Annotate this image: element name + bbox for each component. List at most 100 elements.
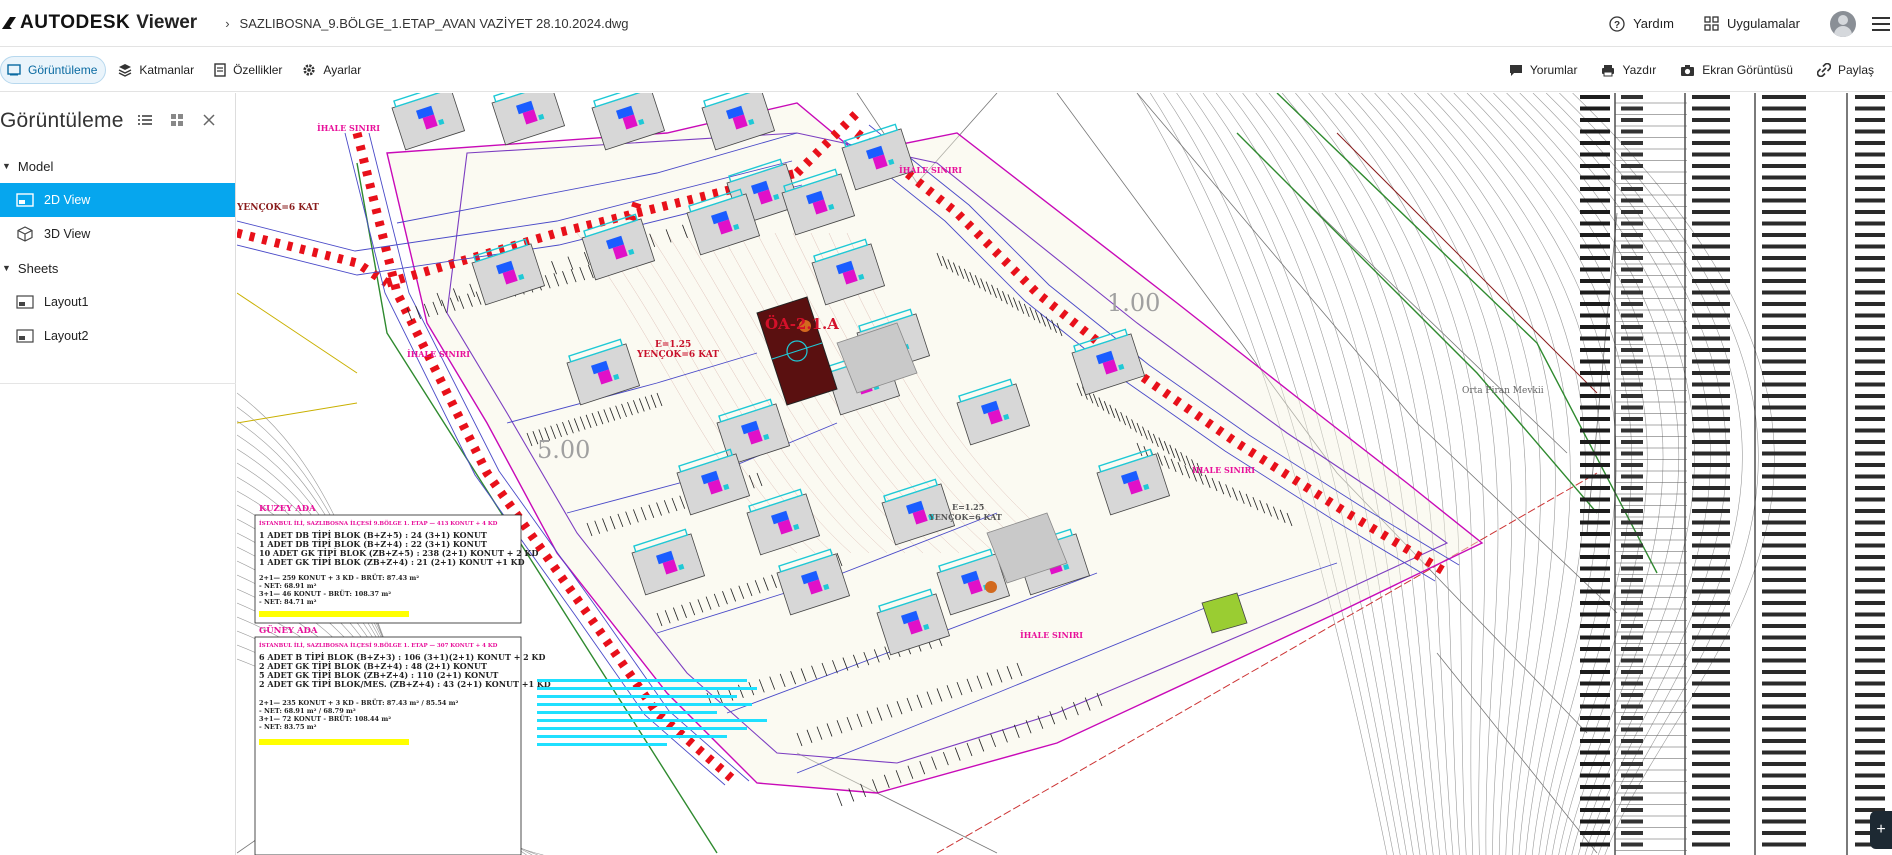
tab-goruntuleme-label: Görüntüleme: [28, 62, 98, 77]
guney-summary-2: - NET: 68.91 m² / 68.79 m²: [259, 707, 356, 715]
view-panel: Görüntüleme ▼ Model 2D View 3D View ▼ Sh…: [0, 93, 236, 855]
panel-title: Görüntüleme: [0, 109, 124, 132]
sheet-item-layout1[interactable]: Layout1: [0, 285, 235, 319]
caret-down-icon: ▼: [2, 263, 11, 273]
caret-down-icon: ▼: [2, 161, 11, 171]
cube-icon: [17, 226, 33, 242]
properties-icon: [214, 62, 226, 77]
sheet-item-layout1-label: Layout1: [44, 295, 89, 309]
brand-name: AUTODESK: [20, 12, 131, 33]
drawing-canvas[interactable]: İHALE SINIRI İHALE SINIRI İHALE SINIRI İHAL…: [237, 93, 1892, 855]
menu-icon[interactable]: [1872, 16, 1890, 31]
guney-summary-1: 2+1— 235 KONUT + 3 KD - BRÜT: 87.43 m² /…: [259, 698, 459, 707]
kuzey-summary-1: 2+1— 259 KONUT + 3 KD - BRÜT: 87.43 m²: [259, 573, 419, 582]
big-number-1: 5.00: [537, 436, 590, 464]
comments-button[interactable]: Yorumlar: [1503, 56, 1586, 84]
ihale-label: İHALE SINIRI: [317, 123, 380, 133]
guney-summary-4: - NET: 83.75 m²: [259, 723, 317, 731]
kuzey-summary-3: 3+1— 46 KONUT - BRÜT: 108.37 m²: [259, 589, 391, 598]
product-name: Viewer: [136, 12, 198, 33]
view-item-2d-label: 2D View: [44, 193, 91, 207]
nav-cube-button[interactable]: +: [1870, 811, 1892, 849]
guney-line-4: 2 ADET GK TİPİ BLOK/MES. (ZB+Z+4) : 43 (…: [259, 679, 551, 689]
density2-line-1: E=1.25: [952, 502, 984, 512]
help-label: Yardım: [1633, 16, 1675, 31]
kuzey-ada-table: KUZEY ADA İSTANBUL İLİ, SAZLIBOSNA İLÇES…: [254, 504, 539, 624]
kuzey-summary-2: - NET: 68.91 m²: [259, 582, 317, 590]
2d-view-icon: [16, 193, 34, 207]
gear-icon: [303, 63, 316, 76]
sheet-item-layout2[interactable]: Layout2: [0, 319, 235, 353]
guney-header: İSTANBUL İLİ, SAZLIBOSNA İLÇESİ 9.BÖLGE …: [259, 642, 498, 649]
share-icon: [1816, 63, 1831, 77]
toolbar-right: Yorumlar Yazdır Ekran Görüntüsü Paylaş: [1503, 48, 1892, 92]
density2-line-2: YENÇOK=6 KAT: [928, 512, 1002, 522]
sheets-section-label: Sheets: [17, 260, 59, 276]
view-icon: [7, 63, 21, 75]
share-button[interactable]: Paylaş: [1811, 56, 1882, 84]
panel-header: Görüntüleme: [0, 93, 235, 149]
top-bar: AUTODESK Viewer › SAZLIBOSNA_9.BÖLGE_1.E…: [0, 0, 1892, 47]
help-icon: ?: [1609, 15, 1625, 32]
kuzey-line-4: 1 ADET GK TİPİ BLOK (ZB+Z+4) : 21 (2+1) …: [259, 557, 525, 567]
avatar[interactable]: [1830, 10, 1856, 37]
help-button[interactable]: ? Yardım: [1609, 15, 1675, 32]
view-item-3d[interactable]: 3D View: [0, 217, 235, 251]
tab-ozellikler[interactable]: Özellikler: [208, 56, 290, 84]
screenshot-label: Ekran Görüntüsü: [1702, 63, 1793, 77]
apps-grid-icon: [1704, 16, 1719, 31]
close-icon[interactable]: [200, 111, 218, 129]
svg-text:?: ?: [1614, 20, 1620, 31]
file-name[interactable]: SAZLIBOSNA_9.BÖLGE_1.ETAP_AVAN VAZİYET 2…: [240, 16, 629, 31]
model-section-label: Model: [17, 158, 54, 174]
chevron-right-icon: ›: [225, 15, 230, 31]
sheets-section[interactable]: ▼ Sheets: [0, 251, 235, 285]
layers-icon: [119, 63, 132, 77]
density-line-1: E=1.25: [655, 340, 691, 350]
print-button[interactable]: Yazdır: [1595, 56, 1664, 84]
layout-icon: [16, 295, 34, 309]
guney-ada-table: GÜNEY ADA İSTANBUL İLİ, SAZLIBOSNA İLÇES…: [254, 623, 551, 855]
tab-ozellikler-label: Özellikler: [233, 62, 283, 77]
breadcrumb: › SAZLIBOSNA_9.BÖLGE_1.ETAP_AVAN VAZİYET…: [225, 16, 628, 31]
tab-ayarlar-label: Ayarlar: [323, 62, 362, 77]
model-section[interactable]: ▼ Model: [0, 149, 235, 183]
panel-divider: [0, 383, 236, 384]
apps-button[interactable]: Uygulamalar: [1704, 16, 1800, 31]
big-number-2: 1.00: [1107, 289, 1160, 317]
header-actions: ? Yardım Uygulamalar: [1609, 0, 1892, 47]
share-label: Paylaş: [1837, 63, 1874, 77]
sheet-item-layout2-label: Layout2: [44, 329, 89, 343]
view-item-2d[interactable]: 2D View: [0, 183, 235, 217]
viewer-toolbar: Görüntüleme Katmanlar Özellikler Ayarlar…: [0, 48, 1892, 92]
screenshot-button[interactable]: Ekran Görüntüsü: [1674, 56, 1801, 84]
ihale-label: İHALE SINIRI: [1192, 465, 1255, 475]
grid-view-icon[interactable]: [168, 111, 186, 129]
autodesk-logo-icon: [2, 17, 16, 29]
autodesk-logo[interactable]: AUTODESK Viewer: [2, 0, 197, 47]
tab-katmanlar-label: Katmanlar: [139, 62, 195, 77]
kuzey-title: KUZEY ADA: [259, 504, 316, 514]
ihale-label: İHALE SINIRI: [899, 165, 962, 175]
tab-goruntuleme[interactable]: Görüntüleme: [0, 55, 107, 84]
guney-summary-3: 3+1— 72 KONUT - BRÜT: 108.44 m²: [259, 714, 391, 723]
view-item-3d-label: 3D View: [44, 227, 91, 241]
apps-label: Uygulamalar: [1727, 16, 1800, 31]
tab-ayarlar[interactable]: Ayarlar: [296, 56, 369, 84]
kuzey-summary-4: - NET: 84.71 m²: [259, 598, 317, 606]
zone-title: ÖA-2.1.A: [765, 314, 839, 333]
locality-label: Orta Piran Mevkii: [1462, 386, 1544, 396]
print-icon: [1602, 64, 1615, 76]
left-label: YENÇOK=6 KAT: [237, 203, 319, 213]
ihale-label: İHALE SINIRI: [1020, 630, 1083, 640]
camera-icon: [1681, 64, 1695, 76]
print-label: Yazdır: [1622, 63, 1657, 77]
comments-label: Yorumlar: [1529, 63, 1578, 77]
density-line-2: YENÇOK=6 KAT: [636, 350, 719, 360]
tab-katmanlar[interactable]: Katmanlar: [112, 56, 202, 84]
layout-icon: [16, 329, 34, 343]
kuzey-header: İSTANBUL İLİ, SAZLIBOSNA İLÇESİ 9.BÖLGE …: [259, 520, 498, 527]
cad-drawing[interactable]: İHALE SINIRI İHALE SINIRI İHALE SINIRI İHAL…: [237, 93, 1892, 855]
list-view-icon[interactable]: [136, 111, 154, 129]
ihale-label: İHALE SINIRI: [407, 349, 470, 359]
